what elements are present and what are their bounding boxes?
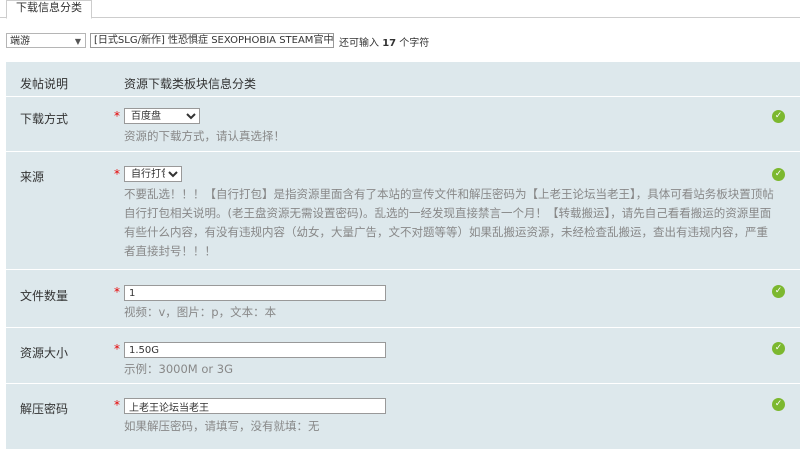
file-count-row: 文件数量 * 视频：v，图片：p，文本：本 ✓ — [6, 270, 800, 328]
check-icon: ✓ — [772, 342, 785, 355]
password-desc: 如果解压密码，请填写，没有就填：无 — [124, 419, 320, 433]
required-mark: * — [114, 285, 120, 299]
char-remaining: 还可输入 17 个字符 — [339, 34, 429, 49]
download-method-row: 下载方式 * 百度盘 资源的下载方式，请认真选择！ ✓ — [6, 97, 800, 152]
form-panel: 发帖说明 资源下载类板块信息分类 下载方式 * 百度盘 资源的下载方式，请认真选… — [6, 62, 800, 449]
header-label: 发帖说明 — [20, 77, 69, 91]
required-mark: * — [114, 398, 120, 412]
source-row: 来源 * 自行打包 不要乱选！！！【自行打包】是指资源里面含有了本站的宣传文件和… — [6, 152, 800, 270]
required-mark: * — [114, 342, 120, 356]
download-method-label: 下载方式 — [20, 112, 69, 126]
password-input[interactable] — [124, 398, 386, 414]
file-count-input[interactable] — [124, 285, 386, 301]
category-select[interactable]: 端游 ▼ — [6, 33, 86, 48]
remain-suffix: 个字符 — [399, 38, 430, 49]
check-icon: ✓ — [772, 285, 785, 298]
category-select-value: 端游 — [10, 36, 30, 47]
size-input[interactable] — [124, 342, 386, 358]
size-row: 资源大小 * 示例：3000M or 3G ✓ — [6, 328, 800, 384]
download-method-select[interactable]: 百度盘 — [124, 108, 200, 124]
file-count-label: 文件数量 — [20, 289, 69, 303]
source-select[interactable]: 自行打包 — [124, 166, 182, 182]
form-header-row: 发帖说明 资源下载类板块信息分类 — [6, 62, 800, 97]
download-method-desc: 资源的下载方式，请认真选择！ — [124, 129, 285, 143]
file-count-desc: 视频：v，图片：p，文本：本 — [124, 305, 277, 319]
thread-title-input[interactable]: [日式SLG/新作] 性恐惧症 SEXOPHOBIA STEAM官中步兵 — [90, 33, 334, 48]
header-value: 资源下载类板块信息分类 — [124, 77, 257, 91]
remain-count: 17 — [382, 38, 397, 49]
remain-prefix: 还可输入 — [339, 38, 379, 49]
tab-bar: 下载信息分类 — [0, 0, 800, 19]
check-icon: ✓ — [772, 110, 785, 123]
required-mark: * — [114, 109, 120, 123]
chevron-down-icon: ▼ — [74, 37, 81, 46]
required-mark: * — [114, 167, 120, 181]
password-label: 解压密码 — [20, 402, 69, 416]
source-desc: 不要乱选！！！【自行打包】是指资源里面含有了本站的宣传文件和解压密码为【上老王论… — [124, 187, 774, 258]
tab-download-info[interactable]: 下载信息分类 — [6, 0, 92, 19]
check-icon: ✓ — [772, 168, 785, 181]
password-row: 解压密码 * 如果解压密码，请填写，没有就填：无 ✓ — [6, 384, 800, 449]
source-label: 来源 — [20, 170, 45, 184]
size-label: 资源大小 — [20, 346, 69, 360]
size-desc: 示例：3000M or 3G — [124, 362, 233, 376]
check-icon: ✓ — [772, 398, 785, 411]
title-line: 端游 ▼ [日式SLG/新作] 性恐惧症 SEXOPHOBIA STEAM官中步… — [0, 30, 800, 52]
